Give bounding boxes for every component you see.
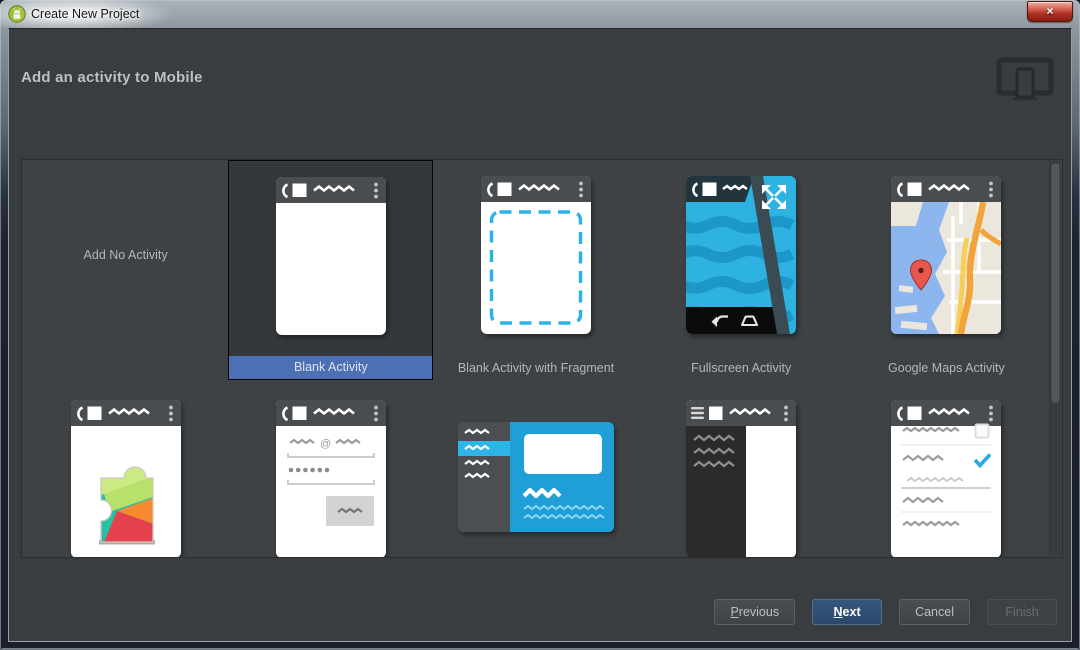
previous-button[interactable]: Previous — [714, 599, 795, 625]
gallery-cell-blank-activity-with-fragment[interactable]: Blank Activity with Fragment — [433, 160, 638, 380]
fullscreen-activity-thumbnail — [686, 176, 796, 334]
google-play-services-puzzle-thumbnail — [71, 400, 181, 557]
close-button[interactable]: × — [1027, 1, 1073, 22]
gallery-cell-navigation-drawer[interactable] — [639, 380, 844, 557]
gallery-cell-blank-activity[interactable]: Blank Activity — [228, 160, 433, 380]
android-studio-icon — [8, 5, 26, 23]
button-label: Previous — [730, 605, 779, 619]
cell-label: Blank Activity — [229, 356, 432, 379]
settings-list-thumbnail — [891, 400, 1001, 557]
finish-button: Finish — [987, 599, 1057, 625]
activity-template-gallery: Add No Activity Blank Activity — [21, 159, 1063, 558]
scrollbar-thumb[interactable] — [1051, 163, 1060, 403]
gallery-cell-master-detail-flow[interactable] — [433, 380, 638, 557]
dialog-content: Add an activity to Mobile Add No Activit… — [8, 28, 1072, 642]
cell-label: Google Maps Activity — [844, 357, 1049, 380]
cancel-button[interactable]: Cancel — [899, 599, 970, 625]
window-title: Create New Project — [31, 7, 139, 21]
google-maps-activity-thumbnail — [891, 176, 1001, 334]
cell-label: Add No Activity — [23, 248, 228, 262]
page-title: Add an activity to Mobile — [21, 69, 203, 86]
wizard-footer: Previous Next Cancel Finish — [714, 599, 1057, 625]
gallery-cell-add-no-activity[interactable]: Add No Activity — [23, 160, 228, 380]
next-button[interactable]: Next — [812, 599, 882, 625]
window-titlebar[interactable]: Create New Project × — [0, 0, 1080, 28]
gallery-cell-play-services[interactable] — [23, 380, 228, 557]
navigation-drawer-thumbnail — [686, 400, 796, 557]
mobile-form-factor-icon — [996, 57, 1054, 103]
master-detail-flow-thumbnail — [458, 422, 614, 532]
gallery-cell-google-maps-activity[interactable]: Google Maps Activity — [844, 160, 1049, 380]
svg-text:@: @ — [320, 438, 331, 450]
gallery-cell-fullscreen-activity[interactable]: Fullscreen Activity — [639, 160, 844, 380]
gallery-cell-login-activity[interactable]: @ — [228, 380, 433, 557]
blank-activity-thumbnail — [276, 177, 386, 335]
cell-label: Blank Activity with Fragment — [433, 357, 638, 380]
login-form-thumbnail: @ — [276, 400, 386, 557]
cell-label: Fullscreen Activity — [639, 357, 844, 380]
button-label: Cancel — [915, 605, 954, 619]
close-icon: × — [1046, 4, 1053, 18]
blank-activity-with-fragment-thumbnail — [481, 176, 591, 334]
button-label: Finish — [1005, 605, 1038, 619]
create-new-project-window: Create New Project × Add an activity to … — [0, 0, 1080, 650]
gallery-scrollbar[interactable] — [1049, 161, 1061, 556]
hamburger-menu-icon — [691, 407, 704, 419]
button-label: Next — [834, 605, 861, 619]
gallery-grid: Add No Activity Blank Activity — [23, 160, 1049, 557]
gallery-cell-settings-activity[interactable] — [844, 380, 1049, 557]
